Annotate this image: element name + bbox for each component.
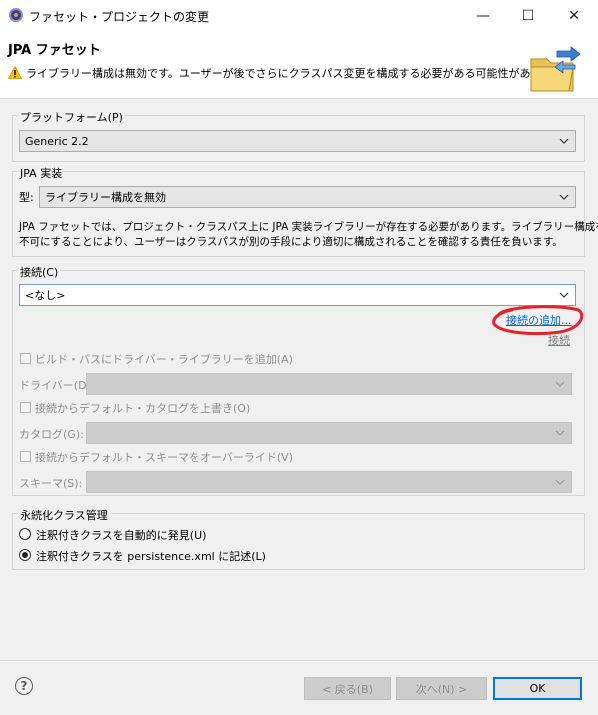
maximize-button[interactable]: ☐ <box>505 0 551 31</box>
auto-discover-label: 注釈付きクラスを自動的に発見(U) <box>36 529 207 542</box>
warning-icon <box>8 66 22 79</box>
override-catalog-label: 接続からデフォルト・カタログを上書き(O) <box>35 402 251 415</box>
auto-discover-radio[interactable] <box>19 528 31 540</box>
warning-message: ライブラリー構成は無効です。ユーザーが後でさらにクラスパス変更を構成する必要があ… <box>26 67 574 80</box>
connection-label: 接続(C) <box>18 264 61 280</box>
jpa-description-line1: JPA ファセットでは、プロジェクト・クラスパス上に JPA 実装ライブラリーが… <box>19 221 598 233</box>
type-select[interactable]: ライブラリー構成を無効 <box>39 186 576 208</box>
add-driver-checkbox[interactable] <box>20 353 31 364</box>
jpa-implementation-label: JPA 実装 <box>18 165 65 181</box>
page-title: JPA ファセット <box>8 43 101 58</box>
minimize-button[interactable]: — <box>460 0 506 31</box>
jpa-description: JPA ファセットでは、プロジェクト・クラスパス上に JPA 実装ライブラリーが… <box>19 220 598 250</box>
platform-value: Generic 2.2 <box>25 134 89 148</box>
chevron-down-icon <box>559 292 569 298</box>
help-icon[interactable]: ? <box>15 677 33 695</box>
header-banner: JPA ファセット ライブラリー構成は無効です。ユーザーが後でさらにクラスパス変… <box>0 31 598 99</box>
override-schema-label: 接続からデフォルト・スキーマをオーバーライド(V) <box>35 451 293 464</box>
type-label: 型: <box>19 191 34 204</box>
schema-label: スキーマ(S): <box>19 477 83 490</box>
title-bar: ファセット・プロジェクトの変更 — ☐ ✕ <box>0 0 598 31</box>
connect-link[interactable]: 接続 <box>548 332 570 348</box>
platform-select[interactable]: Generic 2.2 <box>19 130 576 152</box>
list-in-xml-radio[interactable] <box>19 549 31 561</box>
persistence-label: 永続化クラス管理 <box>18 507 110 523</box>
jpa-description-line2: 不可にすることにより、ユーザーはクラスパスが別の手段により適切に構成されることを… <box>19 236 563 248</box>
chevron-down-icon <box>559 194 569 200</box>
footer-divider <box>0 660 598 661</box>
schema-select[interactable] <box>86 471 572 493</box>
ok-button[interactable]: OK <box>493 677 582 700</box>
chevron-down-icon <box>555 430 565 436</box>
catalog-select[interactable] <box>86 422 572 444</box>
next-button[interactable]: 次へ(N) > <box>396 677 487 700</box>
eclipse-icon <box>9 8 23 22</box>
driver-select[interactable] <box>86 373 572 395</box>
platform-label: プラットフォーム(P) <box>18 109 125 125</box>
catalog-label: カタログ(G): <box>19 428 84 441</box>
folder-sync-icon <box>530 46 581 92</box>
override-schema-checkbox[interactable] <box>20 451 31 462</box>
back-button[interactable]: < 戻る(B) <box>304 677 391 700</box>
type-value: ライブラリー構成を無効 <box>45 191 166 204</box>
red-circle-annotation <box>492 305 584 336</box>
close-button[interactable]: ✕ <box>551 0 597 31</box>
override-catalog-checkbox[interactable] <box>20 402 31 413</box>
window-title: ファセット・プロジェクトの変更 <box>29 10 210 24</box>
chevron-down-icon <box>555 479 565 485</box>
list-in-xml-label: 注釈付きクラスを persistence.xml に記述(L) <box>36 550 266 563</box>
connection-value: <なし> <box>25 289 66 302</box>
chevron-down-icon <box>559 138 569 144</box>
chevron-down-icon <box>555 381 565 387</box>
driver-label: ドライバー(D): <box>19 379 95 392</box>
add-driver-label: ビルド・パスにドライバー・ライブラリーを追加(A) <box>35 353 293 366</box>
